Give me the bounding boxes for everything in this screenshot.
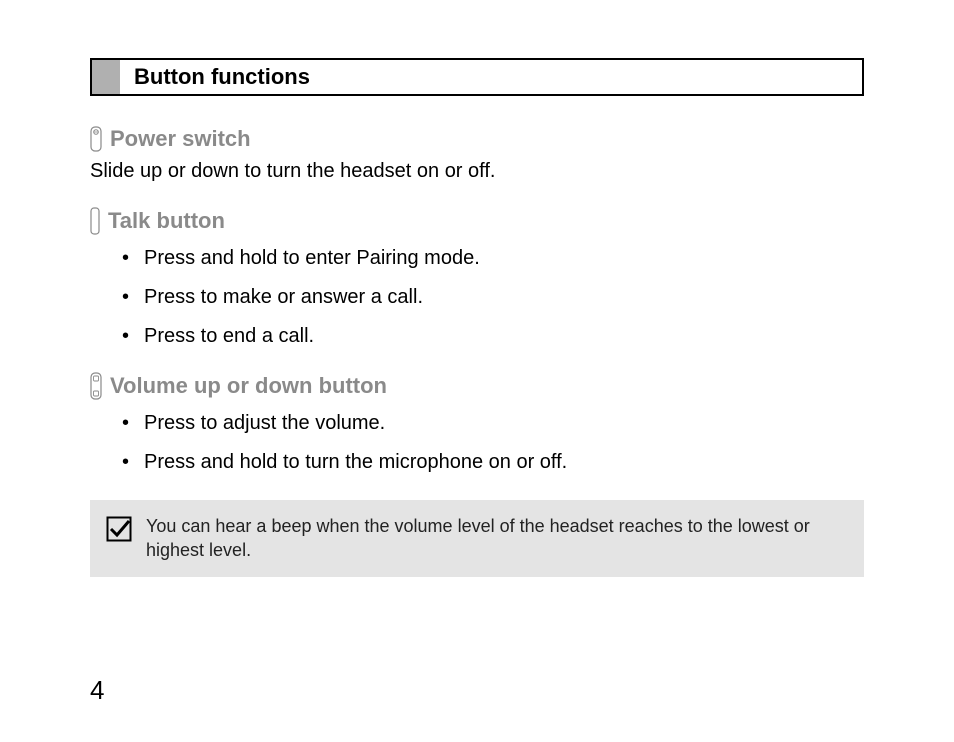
list-item: Press to end a call. <box>122 323 864 350</box>
section-title: Button functions <box>120 60 862 94</box>
talk-button-list: Press and hold to enter Pairing mode. Pr… <box>90 245 864 350</box>
talk-button-icon <box>90 207 100 235</box>
volume-button-heading-text: Volume up or down button <box>110 373 387 399</box>
note-text: You can hear a beep when the volume leve… <box>146 514 848 563</box>
power-switch-icon <box>90 126 102 152</box>
talk-button-heading: Talk button <box>90 207 864 235</box>
volume-button-heading: Volume up or down button <box>90 372 864 400</box>
list-item: Press to adjust the volume. <box>122 410 864 437</box>
manual-page: Button functions Power switch Slide up o… <box>0 0 954 742</box>
note-box: You can hear a beep when the volume leve… <box>90 500 864 577</box>
page-number: 4 <box>90 675 104 706</box>
checkmark-icon <box>106 516 132 547</box>
volume-button-icon <box>90 372 102 400</box>
power-switch-heading: Power switch <box>90 126 864 152</box>
volume-button-list: Press to adjust the volume. Press and ho… <box>90 410 864 476</box>
list-item: Press and hold to enter Pairing mode. <box>122 245 864 272</box>
list-item: Press to make or answer a call. <box>122 284 864 311</box>
power-switch-heading-text: Power switch <box>110 126 251 152</box>
power-switch-description: Slide up or down to turn the headset on … <box>90 158 864 185</box>
list-item: Press and hold to turn the microphone on… <box>122 449 864 476</box>
section-title-accent <box>92 60 120 94</box>
talk-button-heading-text: Talk button <box>108 208 225 234</box>
section-title-bar: Button functions <box>90 58 864 96</box>
